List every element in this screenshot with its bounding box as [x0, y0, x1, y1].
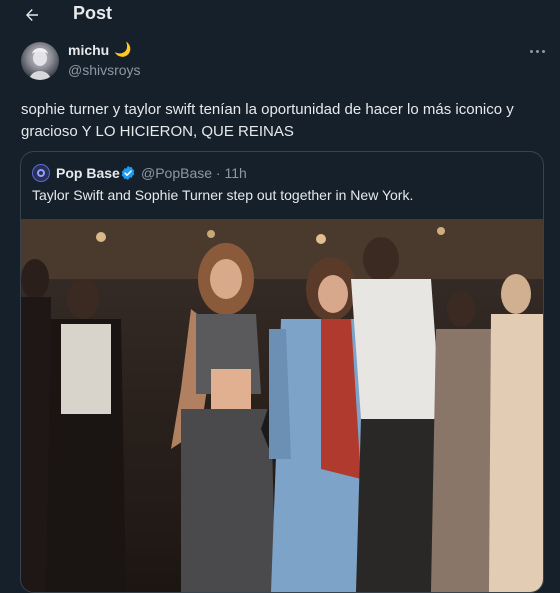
- quoted-avatar[interactable]: [32, 164, 50, 182]
- avatar-image: [29, 48, 51, 80]
- back-button[interactable]: [20, 3, 44, 27]
- verified-badge-icon: [121, 166, 135, 180]
- more-horizontal-icon: [529, 49, 533, 53]
- moon-emoji: 🌙: [114, 41, 132, 57]
- page-title: Post: [73, 3, 113, 23]
- quoted-user-name: Pop Base: [56, 165, 120, 181]
- street-photo-image: [21, 219, 543, 592]
- arrow-left-icon: [26, 9, 38, 21]
- avatar[interactable]: [21, 42, 59, 80]
- post-photo[interactable]: [21, 219, 543, 592]
- quoted-text: Taylor Swift and Sophie Turner step out …: [32, 187, 414, 203]
- quoted-handle-time: @PopBase · 11h: [141, 165, 247, 181]
- user-handle[interactable]: @shivsroys: [68, 62, 141, 78]
- more-options-button[interactable]: [526, 44, 548, 58]
- quoted-post[interactable]: Pop Base @PopBase · 11h Taylor Swift and…: [20, 151, 544, 593]
- post-text: sophie turner y taylor swift tenían la o…: [21, 101, 514, 140]
- top-bar: Post: [0, 0, 560, 30]
- user-name[interactable]: michu: [68, 42, 109, 58]
